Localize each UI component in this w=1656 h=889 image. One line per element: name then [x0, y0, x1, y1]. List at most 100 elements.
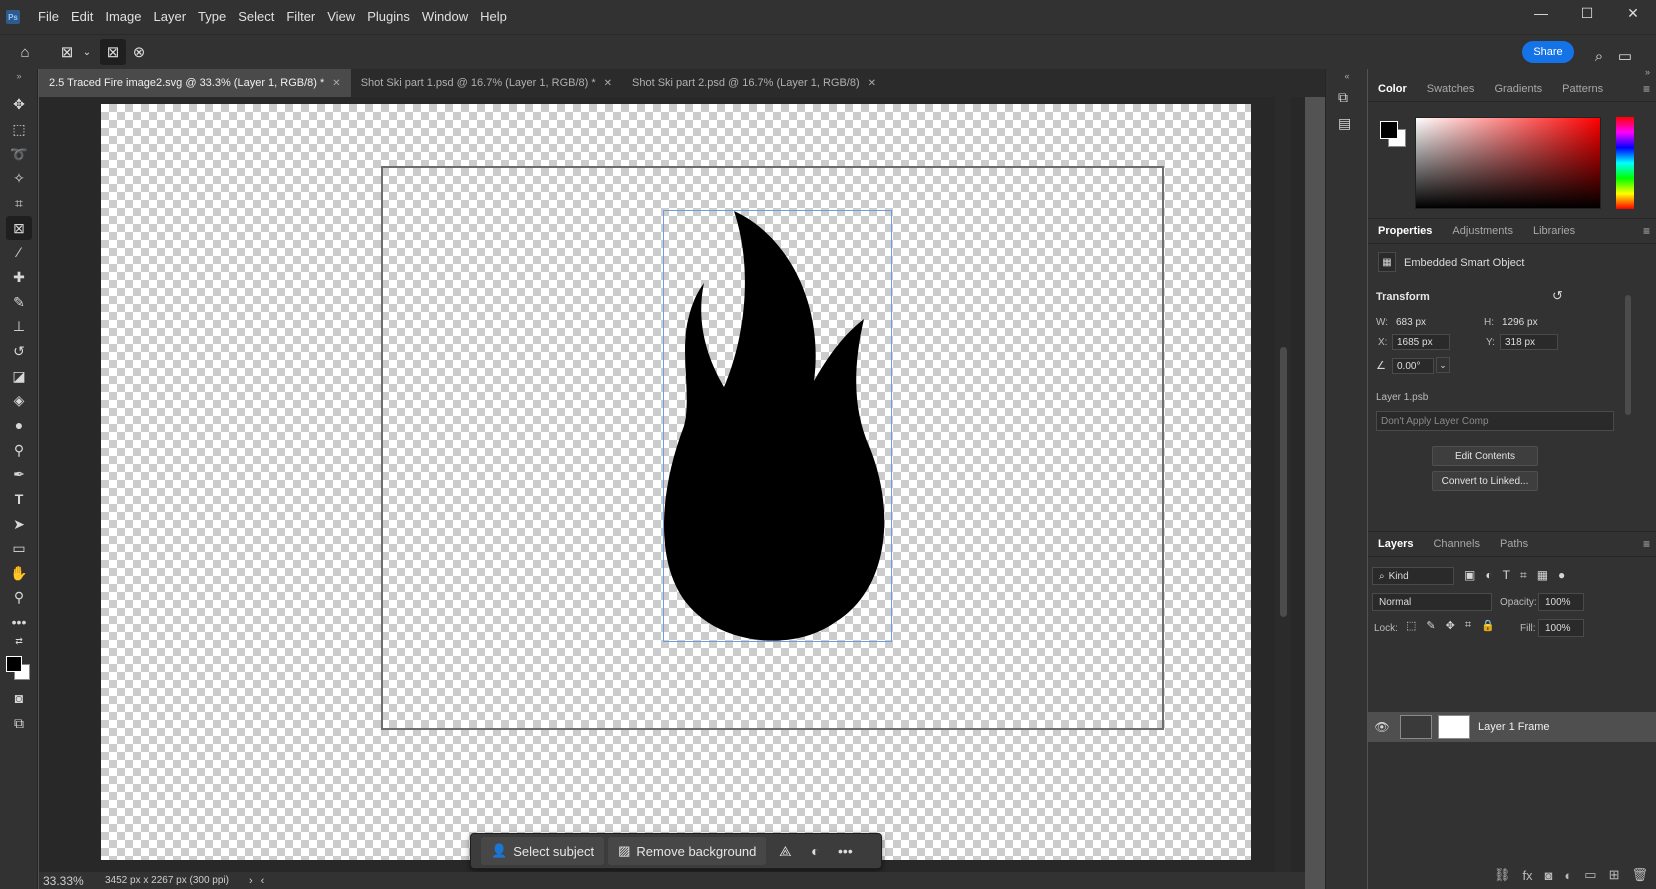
- tab-color[interactable]: Color: [1368, 76, 1417, 102]
- tab-properties[interactable]: Properties: [1368, 218, 1442, 244]
- minimize-button[interactable]: —: [1518, 0, 1564, 26]
- close-icon[interactable]: ✕: [868, 78, 876, 89]
- filter-toggle-icon[interactable]: ●: [1558, 568, 1565, 583]
- eraser-tool-icon[interactable]: ◪: [6, 364, 32, 388]
- opacity-input[interactable]: 100%: [1538, 593, 1584, 611]
- lock-all-icon[interactable]: 🔒: [1481, 619, 1495, 632]
- elliptical-frame-icon[interactable]: ⊗: [126, 39, 152, 65]
- layer-filter-select[interactable]: ⌕ Kind: [1372, 567, 1454, 585]
- lock-pixels-icon[interactable]: ✎: [1426, 619, 1435, 632]
- menu-view[interactable]: View: [321, 0, 361, 34]
- search-icon[interactable]: ⌕: [1586, 43, 1612, 69]
- hand-tool-icon[interactable]: ✋: [6, 561, 32, 585]
- tab-gradients[interactable]: Gradients: [1484, 76, 1552, 102]
- healing-brush-tool-icon[interactable]: ✚: [6, 265, 32, 289]
- menu-plugins[interactable]: Plugins: [361, 0, 416, 34]
- menu-filter[interactable]: Filter: [280, 0, 321, 34]
- delete-layer-icon[interactable]: 🗑: [1631, 867, 1648, 883]
- lock-transparency-icon[interactable]: ⬚: [1406, 619, 1416, 632]
- menu-select[interactable]: Select: [232, 0, 280, 34]
- layer-style-icon[interactable]: fx: [1522, 868, 1532, 883]
- color-picker-field[interactable]: [1415, 117, 1601, 209]
- new-group-icon[interactable]: ▭: [1584, 867, 1596, 883]
- crop-tool-icon[interactable]: ⌗: [6, 191, 32, 215]
- close-button[interactable]: ✕: [1610, 0, 1656, 26]
- add-mask-icon[interactable]: ◙: [1545, 868, 1553, 883]
- zoom-tool-icon[interactable]: ⚲: [6, 585, 32, 609]
- marquee-tool-icon[interactable]: ⬚: [6, 117, 32, 141]
- dodge-tool-icon[interactable]: ⚲: [6, 438, 32, 462]
- smart-object-filter-icon[interactable]: ▦: [1537, 568, 1548, 583]
- convert-to-linked-button[interactable]: Convert to Linked...: [1432, 471, 1538, 491]
- tab-libraries[interactable]: Libraries: [1523, 218, 1585, 244]
- tab-patterns[interactable]: Patterns: [1552, 76, 1613, 102]
- menu-image[interactable]: Image: [99, 0, 147, 34]
- chevron-right-icon[interactable]: ›: [249, 875, 253, 887]
- panel-menu-icon[interactable]: ≡: [1643, 537, 1650, 551]
- reset-transform-icon[interactable]: ↺: [1552, 288, 1563, 304]
- eyedropper-tool-icon[interactable]: ⁄: [6, 240, 32, 264]
- move-tool-icon[interactable]: ✥: [6, 92, 32, 116]
- properties-scrollbar[interactable]: [1624, 295, 1632, 495]
- smart-object-bounds[interactable]: [663, 210, 892, 642]
- select-subject-button[interactable]: 👤 Select subject: [481, 837, 605, 865]
- brush-tool-icon[interactable]: ✎: [6, 290, 32, 314]
- panel-menu-icon[interactable]: ≡: [1643, 224, 1650, 238]
- screen-mode-icon[interactable]: ⧉: [6, 711, 32, 735]
- quick-mask-icon[interactable]: ◙: [6, 686, 32, 710]
- pixel-filter-icon[interactable]: ▣: [1464, 568, 1475, 583]
- menu-window[interactable]: Window: [416, 0, 474, 34]
- menu-type[interactable]: Type: [192, 0, 232, 34]
- history-brush-tool-icon[interactable]: ↺: [6, 339, 32, 363]
- paint-bucket-tool-icon[interactable]: ◈: [6, 388, 32, 412]
- tab-channels[interactable]: Channels: [1423, 531, 1489, 557]
- blend-mode-select[interactable]: Normal: [1372, 593, 1492, 611]
- zoom-level[interactable]: 33.33%: [43, 874, 105, 888]
- panel-menu-icon[interactable]: ≡: [1643, 82, 1650, 96]
- type-tool-icon[interactable]: T: [6, 487, 32, 511]
- tab-document-1[interactable]: 2.5 Traced Fire image2.svg @ 33.3% (Laye…: [39, 69, 351, 97]
- blur-tool-icon[interactable]: ●: [6, 413, 32, 437]
- maximize-button[interactable]: ☐: [1564, 0, 1610, 26]
- lock-artboard-icon[interactable]: ⌗: [1465, 619, 1471, 632]
- hue-slider[interactable]: [1616, 117, 1634, 209]
- tab-adjustments[interactable]: Adjustments: [1442, 218, 1523, 244]
- scroll-thumb[interactable]: [1625, 295, 1631, 415]
- workspace-icon[interactable]: ▭: [1612, 43, 1638, 69]
- remove-background-button[interactable]: ▨ Remove background: [608, 837, 767, 865]
- fire-shape[interactable]: [664, 211, 893, 643]
- edit-contents-button[interactable]: Edit Contents: [1432, 446, 1538, 466]
- magic-wand-tool-icon[interactable]: ✧: [6, 166, 32, 190]
- tab-document-2[interactable]: Shot Ski part 1.psd @ 16.7% (Layer 1, RG…: [351, 69, 622, 97]
- close-icon[interactable]: ✕: [332, 78, 340, 89]
- chevron-left-icon[interactable]: ‹: [261, 875, 265, 887]
- path-selection-tool-icon[interactable]: ➤: [6, 512, 32, 536]
- swap-colors-icon[interactable]: ⇄: [6, 635, 32, 647]
- layer-comp-select[interactable]: Don't Apply Layer Comp: [1376, 411, 1614, 431]
- tab-document-3[interactable]: Shot Ski part 2.psd @ 16.7% (Layer 1, RG…: [622, 69, 886, 97]
- document-canvas[interactable]: [101, 104, 1251, 860]
- tab-layers[interactable]: Layers: [1368, 531, 1423, 557]
- stamp-tool-icon[interactable]: ⊥: [6, 314, 32, 338]
- layer-name[interactable]: Layer 1 Frame: [1478, 721, 1550, 733]
- lock-position-icon[interactable]: ✥: [1446, 619, 1455, 632]
- foreground-color-chip[interactable]: [1380, 121, 1398, 139]
- history-panel-icon[interactable]: ⧉: [1338, 89, 1348, 106]
- share-button[interactable]: Share: [1522, 41, 1574, 63]
- transform-icon[interactable]: ⟁: [770, 837, 800, 865]
- frame-thumbnail[interactable]: [1400, 715, 1432, 739]
- frame-tool-preset-icon[interactable]: ⊠: [54, 39, 80, 65]
- menu-help[interactable]: Help: [474, 0, 513, 34]
- more-options-icon[interactable]: •••: [830, 837, 860, 865]
- pen-tool-icon[interactable]: ✒: [6, 462, 32, 486]
- content-thumbnail[interactable]: [1438, 715, 1470, 739]
- lasso-tool-icon[interactable]: ➰: [6, 142, 32, 166]
- angle-input[interactable]: 0.00°: [1392, 358, 1434, 374]
- eye-icon[interactable]: 👁: [1368, 720, 1396, 734]
- close-icon[interactable]: ✕: [604, 78, 612, 89]
- canvas-area[interactable]: [39, 97, 1305, 872]
- shape-filter-icon[interactable]: ⌗: [1520, 568, 1527, 583]
- chevron-down-icon[interactable]: ⌄: [80, 39, 94, 65]
- type-filter-icon[interactable]: T: [1503, 568, 1510, 583]
- link-layers-icon[interactable]: ⛓: [1494, 867, 1511, 883]
